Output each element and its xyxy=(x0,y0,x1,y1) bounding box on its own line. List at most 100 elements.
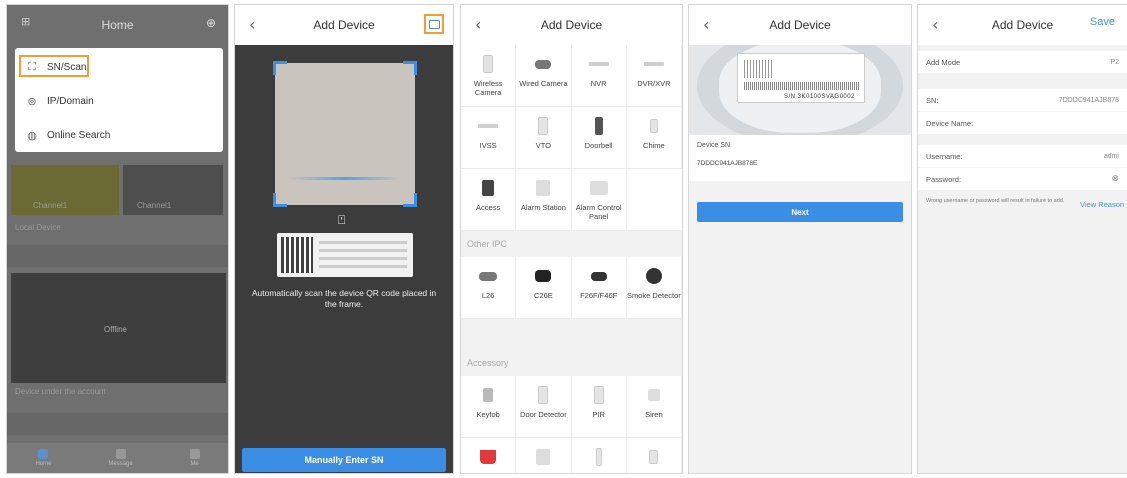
device-sn-value[interactable]: 7DDDC941AJB878E xyxy=(697,160,903,167)
menu-item-label: Online Search xyxy=(47,129,111,141)
page-title: Add Device xyxy=(991,18,1054,32)
device-alarm-station[interactable]: Alarm Station xyxy=(516,169,572,231)
channel-label-2: Channel1 xyxy=(137,201,172,210)
image-icon xyxy=(428,19,440,29)
me-icon xyxy=(189,449,200,459)
device-pir[interactable]: PIR xyxy=(571,376,627,438)
save-button[interactable]: Save xyxy=(1090,16,1115,28)
device-sn-label: Device SN xyxy=(697,142,731,149)
nvr-icon xyxy=(588,53,610,75)
device-accessory-8[interactable] xyxy=(627,438,682,473)
device-doorbell[interactable]: Doorbell xyxy=(571,107,627,169)
device-vto[interactable]: VTO xyxy=(516,107,572,169)
device-accessory-6[interactable] xyxy=(516,438,572,473)
menu-item-ip-domain[interactable]: ⊚ IP/Domain xyxy=(15,84,223,118)
tab-label: Me xyxy=(190,461,199,467)
manually-enter-sn-button[interactable]: Manually Enter SN xyxy=(242,448,446,472)
device-name-row[interactable]: Device Name: xyxy=(918,112,1127,134)
username-input[interactable]: admi xyxy=(1104,153,1119,160)
device-wired-camera[interactable]: Wired Camera xyxy=(516,45,572,107)
device-label: Alarm Station xyxy=(520,203,566,212)
device-l26[interactable]: L26 xyxy=(461,257,517,319)
device-label: PIR xyxy=(592,410,605,419)
device-accessory-5[interactable] xyxy=(461,438,517,473)
tab-me[interactable]: Me xyxy=(189,449,200,467)
pir-icon xyxy=(588,384,610,406)
device-illustration: S/N 3K0100SVAG0002 xyxy=(689,45,911,135)
tab-message[interactable]: Message xyxy=(108,449,133,467)
qr-code-icon xyxy=(744,60,774,78)
smoke-detector-icon xyxy=(643,265,665,287)
add-icon[interactable]: ⊕ xyxy=(206,16,216,30)
gallery-button[interactable] xyxy=(424,14,444,34)
device-label: Siren xyxy=(645,410,663,419)
device-f26f[interactable]: F26F/F46F xyxy=(571,257,627,319)
device-label: Chime xyxy=(643,141,665,150)
back-icon[interactable]: ‹ xyxy=(475,15,481,34)
back-icon[interactable]: ‹ xyxy=(932,15,938,34)
device-name-label: Device Name: xyxy=(926,118,974,128)
device-group-header-2[interactable] xyxy=(7,413,228,435)
device-group-header[interactable] xyxy=(7,245,228,267)
door-detector-icon xyxy=(532,384,554,406)
device-label: Doorbell xyxy=(584,141,613,150)
device-grid: Wireless Camera Wired Camera NVR DVR/XVR… xyxy=(461,45,682,231)
local-device-label: Local Device xyxy=(15,223,61,232)
tab-home[interactable]: Home xyxy=(35,449,51,467)
back-icon[interactable]: ‹ xyxy=(703,15,709,34)
wireless-camera-icon xyxy=(477,53,499,75)
chime-icon xyxy=(643,115,665,137)
f26f-icon xyxy=(588,265,610,287)
grid-icon[interactable]: ⊞ xyxy=(21,15,30,28)
username-label: Username: xyxy=(926,151,963,161)
type-navbar: ‹ Add Device xyxy=(461,5,682,45)
menu-item-online-search[interactable]: ◍ Online Search xyxy=(15,118,223,152)
add-mode-value: P2 xyxy=(1110,58,1119,66)
back-icon[interactable]: ‹ xyxy=(249,15,255,34)
page-title: Add Device xyxy=(313,18,375,32)
device-sn-field[interactable]: Device SN 7DDDC941AJB878E xyxy=(689,135,911,181)
strip-device-icon xyxy=(588,446,610,468)
white-device-icon xyxy=(532,446,554,468)
device-c26e[interactable]: C26E xyxy=(516,257,572,319)
device-door-detector[interactable]: Door Detector xyxy=(516,376,572,438)
device-label: Door Detector xyxy=(520,410,567,419)
sticker-sn-text: S/N 3K0100SVAG0002 xyxy=(784,94,855,100)
clear-icon[interactable]: ⊗ xyxy=(1111,174,1119,184)
add-menu: ⛶ SN/Scan ⊚ IP/Domain ◍ Online Search xyxy=(15,48,223,152)
sn-value[interactable]: 7DDDC941AJB878 xyxy=(1059,97,1119,104)
sensor-device-icon xyxy=(643,446,665,468)
message-icon xyxy=(115,449,126,459)
device-accessory-7[interactable] xyxy=(572,438,627,473)
sn-row[interactable]: SN: 7DDDC941AJB878 xyxy=(918,89,1127,111)
device-nvr[interactable]: NVR xyxy=(571,45,627,107)
other-ipc-grid: L26 C26E F26F/F46F Smoke Detector xyxy=(461,257,682,319)
device-keyfob[interactable]: Keyfob xyxy=(461,376,517,438)
device-label: Wireless Camera xyxy=(473,79,503,97)
device-wireless-camera[interactable]: Wireless Camera xyxy=(461,45,517,107)
device-label: L26 xyxy=(481,291,495,300)
device-smoke-detector[interactable]: Smoke Detector xyxy=(626,257,682,319)
tab-label: Home xyxy=(35,461,52,467)
device-alarm-control-panel[interactable]: Alarm Control Panel xyxy=(571,169,627,231)
scan-frame xyxy=(273,61,417,207)
scan-line xyxy=(289,177,401,180)
device-access[interactable]: Access xyxy=(461,169,517,231)
device-chime[interactable]: Chime xyxy=(626,107,682,169)
device-dvr-xvr[interactable]: DVR/XVR xyxy=(626,45,682,107)
view-reason-link[interactable]: View Reason xyxy=(1080,200,1124,209)
device-siren[interactable]: Siren xyxy=(626,376,682,438)
device-ivss[interactable]: IVSS xyxy=(461,107,517,169)
password-row[interactable]: Password: ⊗ xyxy=(918,168,1127,190)
tab-bar: Home Message Me xyxy=(7,443,228,473)
username-row[interactable]: Username: admi xyxy=(918,145,1127,167)
sn-navbar: ‹ Add Device xyxy=(689,5,911,45)
flashlight-icon[interactable]: ⍞ xyxy=(338,213,345,228)
add-mode-row[interactable]: Add Mode P2 xyxy=(918,51,1127,73)
c26e-icon xyxy=(532,265,554,287)
tab-label: Message xyxy=(108,461,133,467)
next-button[interactable]: Next xyxy=(697,202,903,222)
wired-camera-icon xyxy=(532,53,554,75)
device-label: F26F/F46F xyxy=(580,291,618,300)
device-label: C26E xyxy=(533,291,553,300)
